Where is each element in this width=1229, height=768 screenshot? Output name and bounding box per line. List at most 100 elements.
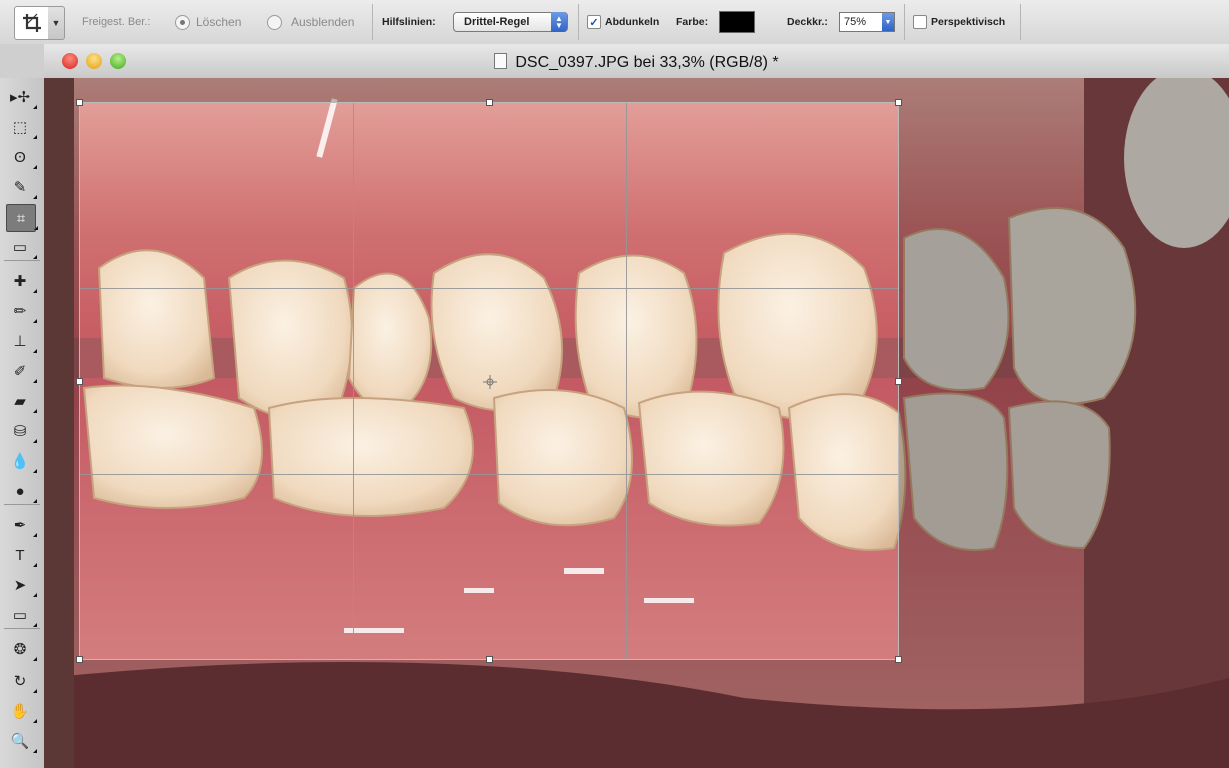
crop-tool[interactable]: ⌗ <box>6 204 38 232</box>
flyout-indicator-icon <box>33 439 37 443</box>
healing-brush-tool[interactable]: ✚ <box>6 268 37 294</box>
radio-delete[interactable]: Löschen <box>175 0 241 44</box>
3d-orbit-icon: ↻ <box>13 673 27 690</box>
darken-checkbox[interactable]: ✓ Abdunkeln <box>587 0 659 44</box>
blur-tool[interactable]: 💧 <box>6 448 37 474</box>
eraser-tool[interactable]: ▰ <box>6 388 37 414</box>
radio-hide-indicator <box>267 14 282 30</box>
crop-shield-top <box>44 78 1229 102</box>
toolbox-divider <box>4 628 40 629</box>
history-brush-tool[interactable]: ✐ <box>6 358 37 384</box>
darken-color-swatch[interactable] <box>719 11 755 33</box>
crop-handle-right[interactable] <box>895 378 902 385</box>
opacity-value: 75% <box>844 16 867 28</box>
crop-shield-bottom <box>44 660 1229 768</box>
crop-area-label: Freigest. Ber.: <box>82 16 151 28</box>
tool-preset-dropdown[interactable]: ▼ <box>48 6 65 40</box>
divider <box>372 4 373 40</box>
history-brush-icon: ✐ <box>13 363 27 380</box>
options-bar: ▼ Freigest. Ber.: Löschen Ausblenden Hil… <box>0 0 1229 45</box>
flyout-indicator-icon <box>33 165 37 169</box>
hand-icon: ✋ <box>10 703 30 720</box>
tool-preset-picker[interactable] <box>14 6 50 40</box>
opacity-field[interactable]: 75% ▼ <box>839 12 895 32</box>
move-icon: ▸✢ <box>9 89 31 106</box>
flyout-indicator-icon <box>33 593 37 597</box>
flyout-indicator-icon <box>33 135 37 139</box>
flyout-indicator-icon <box>33 289 37 293</box>
ruler-icon: ▭ <box>12 239 28 256</box>
path-selection-icon: ➤ <box>13 577 27 594</box>
crop-shield-left <box>44 102 79 660</box>
crop-shield-right <box>899 102 1229 660</box>
3d-rotate-tool[interactable]: ❂ <box>6 636 37 662</box>
flyout-indicator-icon <box>33 349 37 353</box>
rectangle-icon: ▭ <box>12 607 28 624</box>
dodge-tool[interactable]: ● <box>6 478 37 504</box>
perspective-label: Perspektivisch <box>931 16 1006 28</box>
rule-of-thirds-guide <box>80 288 898 289</box>
checkbox-empty-icon <box>913 15 927 29</box>
document-title-bar: DSC_0397.JPG bei 33,3% (RGB/8) * <box>44 44 1229 79</box>
radio-delete-label: Löschen <box>196 15 242 29</box>
healing-brush-icon: ✚ <box>13 273 27 290</box>
ruler-tool[interactable]: ▭ <box>6 234 37 260</box>
flyout-indicator-icon <box>33 469 37 473</box>
document-icon <box>494 53 508 69</box>
quick-selection-icon: ✎ <box>13 179 27 196</box>
dodge-icon: ● <box>15 482 25 500</box>
lasso-tool[interactable]: ʘ <box>6 144 37 170</box>
rule-of-thirds-guide <box>353 103 354 659</box>
lasso-icon: ʘ <box>14 148 26 166</box>
flyout-indicator-icon <box>34 226 38 230</box>
rule-of-thirds-guide <box>80 474 898 475</box>
quick-selection-tool[interactable]: ✎ <box>6 174 37 200</box>
flyout-indicator-icon <box>33 563 37 567</box>
toolbox-divider <box>4 260 40 261</box>
divider <box>1020 4 1021 40</box>
divider <box>904 4 905 40</box>
chevron-down-icon: ▼ <box>51 18 61 28</box>
guides-select[interactable]: Drittel-Regel ▲ ▼ <box>453 12 568 32</box>
crop-handle-bottom[interactable] <box>486 656 493 663</box>
clone-stamp-tool[interactable]: ⊥ <box>6 328 37 354</box>
type-tool[interactable]: T <box>6 542 37 568</box>
paint-bucket-tool[interactable]: ⛁ <box>6 418 37 444</box>
crop-handle-top-left[interactable] <box>76 99 83 106</box>
flyout-indicator-icon <box>33 657 37 661</box>
color-label: Farbe: <box>676 16 709 28</box>
pen-tool[interactable]: ✒ <box>6 512 37 538</box>
crop-handle-top[interactable] <box>486 99 493 106</box>
radio-hide[interactable]: Ausblenden <box>267 0 354 44</box>
flyout-indicator-icon <box>33 379 37 383</box>
flyout-indicator-icon <box>33 623 37 627</box>
crop-handle-bottom-left[interactable] <box>76 656 83 663</box>
flyout-indicator-icon <box>33 499 37 503</box>
path-selection-tool[interactable]: ➤ <box>6 572 37 598</box>
brush-tool[interactable]: ✏ <box>6 298 37 324</box>
flyout-indicator-icon <box>33 749 37 753</box>
crop-handle-bottom-right[interactable] <box>895 656 902 663</box>
clone-stamp-icon: ⊥ <box>13 333 27 350</box>
document-title: DSC_0397.JPG bei 33,3% (RGB/8) * <box>44 53 1229 72</box>
crop-handle-top-right[interactable] <box>895 99 902 106</box>
toolbox-divider <box>4 504 40 505</box>
flyout-indicator-icon <box>33 533 37 537</box>
move-tool[interactable]: ▸✢ <box>6 84 37 110</box>
zoom-tool[interactable]: 🔍 <box>6 728 37 754</box>
3d-orbit-tool[interactable]: ↻ <box>6 668 37 694</box>
crop-bounding-box[interactable] <box>76 99 902 663</box>
type-icon: T <box>15 546 25 564</box>
crop-handle-left[interactable] <box>76 378 83 385</box>
flyout-indicator-icon <box>33 689 37 693</box>
divider <box>578 4 579 40</box>
guides-label: Hilfslinien: <box>382 16 436 28</box>
crop-icon <box>23 13 41 32</box>
rectangle-tool[interactable]: ▭ <box>6 602 37 628</box>
document-canvas[interactable] <box>44 78 1229 768</box>
crop-center-crosshair-icon[interactable] <box>482 374 498 390</box>
marquee-tool[interactable]: ⬚ <box>6 114 37 140</box>
perspective-checkbox[interactable]: Perspektivisch <box>913 0 1005 44</box>
hand-tool[interactable]: ✋ <box>6 698 37 724</box>
radio-delete-indicator <box>175 14 190 30</box>
